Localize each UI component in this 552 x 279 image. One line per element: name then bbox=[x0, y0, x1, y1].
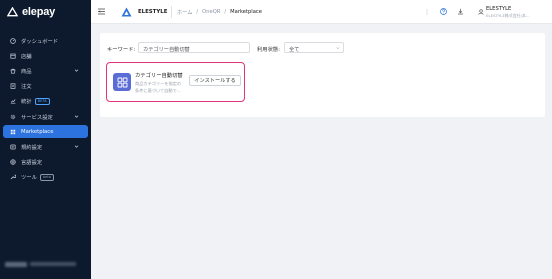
stats-icon bbox=[10, 98, 16, 104]
user-name: ELESTYLE bbox=[486, 5, 512, 12]
user-icon bbox=[478, 8, 484, 15]
breadcrumb: ホーム / OneQR / Marketplace bbox=[177, 9, 262, 16]
order-icon bbox=[10, 83, 16, 89]
dashboard-icon bbox=[10, 37, 16, 44]
status-select[interactable]: 全て bbox=[284, 41, 344, 53]
breadcrumb-home[interactable]: ホーム bbox=[177, 9, 192, 16]
sidebar-item-label: 規約設定 bbox=[21, 144, 43, 151]
sidebar-item-label: ツール bbox=[21, 175, 37, 182]
sidebar-item-label: ダッシュボード bbox=[21, 38, 59, 45]
sidebar: elepay ダッシュボード 店舗 商品 注文 統計 BETA サービス設定 M… bbox=[0, 0, 91, 279]
menu-toggle-icon[interactable] bbox=[97, 7, 106, 16]
sidebar-item-label: 言語設定 bbox=[21, 160, 43, 167]
sidebar-item-terms[interactable]: 規約設定 bbox=[3, 140, 88, 153]
app-card[interactable]: カテゴリー自動切替 商品カテゴリーを指定の 条件に基づいて自動で... インスト… bbox=[106, 62, 245, 102]
app-name: ELESTYLE bbox=[138, 8, 168, 15]
tool-icon bbox=[10, 174, 16, 180]
sidebar-item-dashboard[interactable]: ダッシュボード bbox=[3, 34, 88, 47]
sidebar-item-language[interactable]: 言語設定 bbox=[3, 156, 88, 169]
sidebar-item-order[interactable]: 注文 bbox=[3, 80, 88, 93]
sidebar-item-label: 商品 bbox=[21, 68, 32, 75]
marketplace-icon bbox=[10, 129, 16, 135]
language-icon bbox=[10, 159, 16, 165]
breadcrumb-oneqr[interactable]: OneQR bbox=[202, 9, 220, 16]
status-select-value: 全て bbox=[289, 46, 300, 53]
top-header: ELESTYLE ホーム / OneQR / Marketplace ELEST… bbox=[91, 0, 552, 24]
chevron-down-icon bbox=[74, 115, 79, 118]
chevron-down-icon bbox=[74, 69, 79, 73]
sidebar-nav: ダッシュボード 店舗 商品 注文 統計 BETA サービス設定 Marketpl… bbox=[0, 34, 91, 184]
status-label: 利用状態: bbox=[257, 47, 280, 53]
sidebar-item-label: Marketplace bbox=[21, 128, 54, 135]
breadcrumb-separator: / bbox=[196, 8, 199, 15]
header-placeholder bbox=[426, 9, 428, 15]
product-icon bbox=[10, 68, 16, 74]
grid-icon bbox=[113, 73, 131, 91]
sidebar-item-marketplace[interactable]: Marketplace bbox=[3, 125, 88, 139]
sidebar-item-store[interactable]: 店舗 bbox=[3, 49, 88, 62]
keyword-label: キーワード: bbox=[107, 47, 136, 53]
chevron-down-icon bbox=[336, 47, 340, 50]
store-icon bbox=[10, 53, 16, 59]
sidebar-item-service-settings[interactable]: サービス設定 bbox=[3, 110, 88, 123]
keyword-input[interactable]: カテゴリー自動切替 bbox=[138, 41, 250, 53]
breadcrumb-current: Marketplace bbox=[230, 8, 262, 15]
chevron-down-icon bbox=[74, 145, 79, 149]
sidebar-item-label: 注文 bbox=[21, 84, 32, 91]
user-company: ELESTYLE株式会社(本... bbox=[486, 13, 530, 18]
sidebar-item-label: サービス設定 bbox=[21, 114, 53, 121]
beta-badge: beta bbox=[39, 173, 55, 181]
sidebar-item-stats[interactable]: 統計 BETA bbox=[3, 95, 88, 108]
app-description-line: 条件に基づいて自動で... bbox=[135, 87, 181, 93]
redacted-account-area bbox=[5, 257, 85, 271]
logo[interactable]: elepay bbox=[0, 0, 91, 24]
beta-badge: BETA bbox=[34, 98, 50, 105]
header-divider bbox=[171, 6, 172, 18]
sidebar-item-label: 店舗 bbox=[21, 53, 32, 60]
sidebar-item-tool[interactable]: ツール beta bbox=[3, 171, 88, 184]
breadcrumb-separator: / bbox=[224, 8, 227, 15]
elestyle-logo-icon bbox=[121, 7, 132, 17]
marketplace-panel: キーワード: カテゴリー自動切替 利用状態: 全て カテゴリー自動切替 商品カテ… bbox=[100, 33, 545, 117]
elepay-logo-icon bbox=[7, 6, 18, 16]
terms-icon bbox=[10, 144, 16, 150]
app-description-line: 商品カテゴリーを指定の bbox=[135, 80, 182, 86]
app-description: 商品カテゴリーを指定の 条件に基づいて自動で... bbox=[135, 80, 188, 94]
sidebar-item-label: 統計 bbox=[21, 99, 32, 106]
sidebar-item-product[interactable]: 商品 bbox=[3, 64, 88, 77]
gear-icon bbox=[10, 114, 16, 120]
app-title: カテゴリー自動切替 bbox=[135, 73, 183, 79]
download-icon[interactable] bbox=[457, 8, 464, 15]
logo-text: elepay bbox=[22, 6, 56, 18]
help-icon[interactable] bbox=[440, 8, 447, 15]
install-button[interactable]: インストールする bbox=[189, 74, 241, 86]
